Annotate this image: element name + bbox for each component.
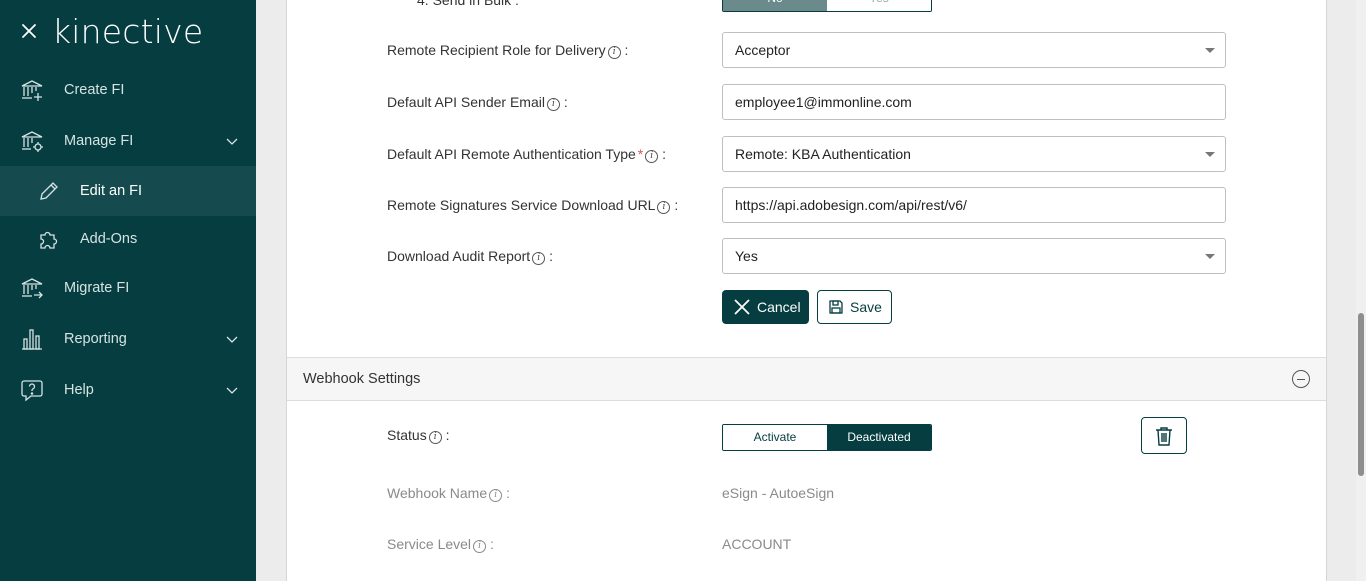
scrollbar-thumb[interactable]: [1358, 313, 1364, 476]
sidebar-item-manage-fi[interactable]: Manage FI: [0, 116, 256, 166]
cancel-button[interactable]: Cancel: [722, 290, 809, 324]
webhook-name-value: eSign - AutoeSign: [722, 485, 835, 501]
close-icon: [734, 299, 750, 315]
sidebar-item-label: Reporting: [64, 331, 127, 347]
remote-role-select[interactable]: Acceptor: [722, 32, 1226, 68]
info-icon[interactable]: i: [546, 98, 560, 111]
auth-type-select[interactable]: Remote: KBA Authentication: [722, 136, 1226, 172]
sidebar-item-reporting[interactable]: Reporting: [0, 314, 256, 364]
remote-role-label: Remote Recipient Role for Delivery i :: [387, 42, 629, 59]
scrollbar-track[interactable]: [1356, 0, 1366, 581]
sidebar-item-edit-fi[interactable]: Edit an FI: [0, 166, 256, 216]
main-content: 4. Send in Bulk : No Yes Remote Recipien…: [256, 0, 1366, 581]
save-button[interactable]: Save: [817, 290, 892, 324]
service-level-label: Service Level i :: [387, 536, 494, 553]
sidebar-item-label: Edit an FI: [80, 183, 143, 199]
audit-report-label: Download Audit Report i :: [387, 248, 553, 265]
sidebar-item-help[interactable]: Help: [0, 365, 256, 415]
status-deactivated[interactable]: Deactivated: [827, 425, 931, 450]
status-activate[interactable]: Activate: [723, 425, 827, 450]
sidebar-item-migrate-fi[interactable]: Migrate FI: [0, 263, 256, 313]
bank-plus-icon: [21, 80, 43, 101]
audit-report-select[interactable]: Yes: [722, 238, 1226, 274]
caret-down-icon: [1205, 254, 1215, 259]
info-icon[interactable]: i: [657, 201, 671, 214]
info-icon[interactable]: i: [532, 252, 546, 265]
send-in-bulk-no[interactable]: No: [723, 0, 827, 11]
send-in-bulk-yes[interactable]: Yes: [827, 0, 931, 11]
delete-webhook-button[interactable]: [1141, 417, 1187, 454]
chevron-down-icon: [226, 387, 238, 394]
sidebar-item-label: Create FI: [64, 82, 125, 98]
trash-icon: [1156, 426, 1172, 446]
puzzle-icon: [40, 231, 58, 249]
info-icon[interactable]: i: [607, 46, 621, 59]
caret-down-icon: [1205, 48, 1215, 53]
help-bubble-icon: [21, 380, 43, 402]
chevron-down-icon: [226, 336, 238, 343]
send-in-bulk-label: 4. Send in Bulk :: [417, 0, 519, 8]
sidebar-item-label: Migrate FI: [64, 280, 130, 296]
required-asterisk: *: [637, 146, 644, 162]
section-title: Webhook Settings: [303, 371, 421, 387]
settings-card: 4. Send in Bulk : No Yes Remote Recipien…: [286, 0, 1327, 581]
sidebar-item-label: Add-Ons: [80, 231, 138, 247]
service-level-value: ACCOUNT: [722, 536, 792, 552]
sidebar-item-add-ons[interactable]: Add-Ons: [0, 214, 256, 264]
info-icon[interactable]: i: [645, 150, 659, 163]
download-url-input[interactable]: https://api.adobesign.com/api/rest/v6/: [722, 187, 1226, 223]
download-url-label: Remote Signatures Service Download URL i …: [387, 197, 679, 214]
app-logo[interactable]: kinective: [52, 12, 203, 52]
webhook-name-label: Webhook Name i :: [387, 485, 510, 502]
floppy-disk-icon: [829, 300, 843, 314]
send-in-bulk-toggle[interactable]: No Yes: [722, 0, 932, 12]
webhook-settings-header[interactable]: Webhook Settings: [287, 357, 1326, 401]
sender-email-input[interactable]: employee1@immonline.com: [722, 84, 1226, 120]
sidebar: kinective Create FI Manage FI Edit an FI…: [0, 0, 256, 581]
collapse-icon[interactable]: [1292, 370, 1310, 388]
sender-email-label: Default API Sender Email i :: [387, 94, 568, 111]
sidebar-item-create-fi[interactable]: Create FI: [0, 65, 256, 115]
info-icon[interactable]: i: [489, 489, 503, 502]
chevron-down-icon: [226, 138, 238, 145]
status-label: Status i :: [387, 427, 450, 444]
sidebar-header: kinective: [0, 0, 256, 64]
close-icon[interactable]: [18, 20, 40, 42]
status-toggle[interactable]: Activate Deactivated: [722, 424, 932, 451]
pencil-icon: [40, 182, 58, 200]
auth-type-label: Default API Remote Authentication Type * i…: [387, 146, 667, 163]
info-icon[interactable]: i: [473, 540, 487, 553]
bank-arrow-icon: [21, 278, 43, 299]
bank-gear-icon: [21, 131, 43, 152]
sidebar-item-label: Manage FI: [64, 133, 134, 149]
sidebar-item-label: Help: [64, 382, 94, 398]
caret-down-icon: [1205, 152, 1215, 157]
bar-chart-icon: [22, 329, 42, 350]
info-icon[interactable]: i: [428, 431, 442, 444]
